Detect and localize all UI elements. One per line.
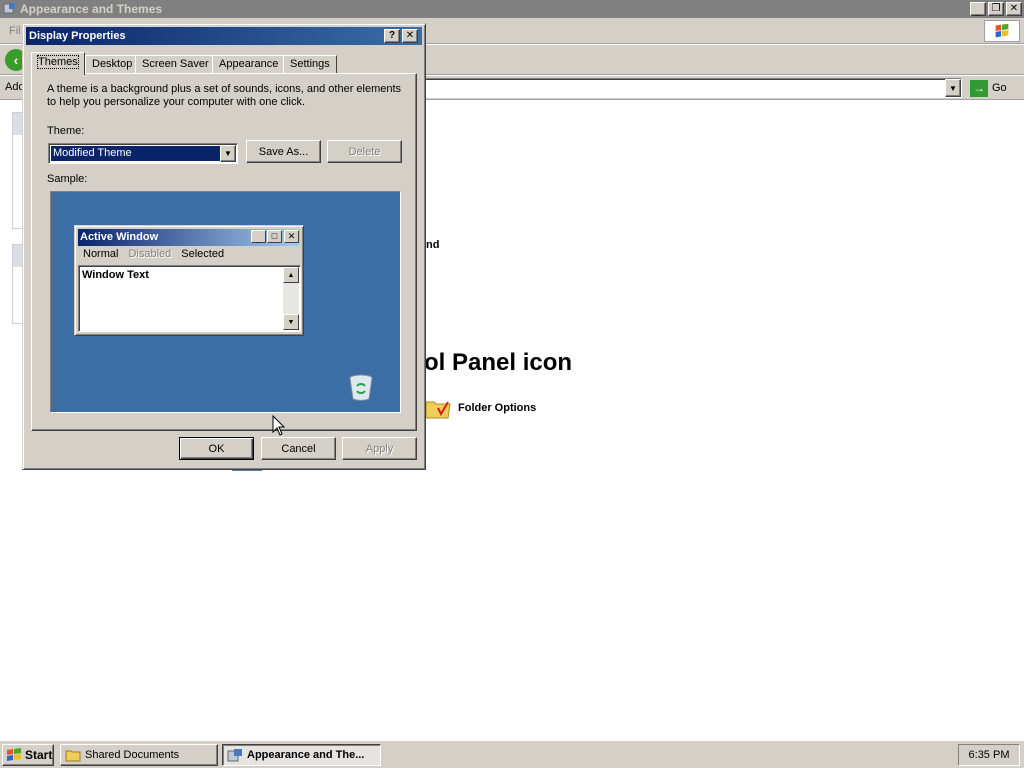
- delete-button[interactable]: Delete: [327, 140, 402, 163]
- start-label: Start: [25, 748, 53, 762]
- control-panel-icon: [3, 3, 15, 14]
- sample-window-title: Active Window: [80, 231, 159, 243]
- sample-menu-bar: Normal Disabled Selected: [78, 247, 229, 263]
- tab-settings[interactable]: Settings: [283, 55, 337, 74]
- content-heading: ol Panel icon: [424, 349, 573, 376]
- tab-strip: Themes Desktop Screen Saver Appearance S…: [31, 52, 421, 75]
- themes-tab-panel: A theme is a background plus a set of so…: [31, 73, 417, 431]
- start-button[interactable]: Start: [2, 744, 54, 766]
- taskbar-item-appearance-and-themes[interactable]: Appearance and The...: [222, 744, 381, 766]
- theme-selected-value: Modified Theme: [51, 146, 221, 161]
- minimize-button[interactable]: _: [970, 2, 986, 17]
- close-icon: ✕: [405, 30, 415, 41]
- tab-themes[interactable]: Themes: [31, 52, 85, 75]
- ok-button[interactable]: OK: [179, 437, 254, 460]
- system-tray-clock[interactable]: 6:35 PM: [958, 744, 1020, 766]
- sample-window-body: Window Text ▲ ▼: [78, 265, 301, 332]
- control-panel-icon: [227, 748, 242, 761]
- restore-button[interactable]: ❐: [988, 2, 1004, 16]
- folder-icon: [65, 750, 81, 761]
- scroll-down-icon: ▼: [283, 314, 299, 330]
- sample-active-window: Active Window _ □ ✕ Normal Disabled Sele…: [74, 225, 304, 336]
- explorer-title: Appearance and Themes: [20, 2, 163, 16]
- mouse-cursor-icon: [272, 415, 286, 436]
- sample-scrollbar: ▲ ▼: [283, 267, 299, 330]
- windows-flag-icon: [995, 23, 1009, 38]
- close-icon: ✕: [284, 230, 299, 243]
- clock-time: 6:35 PM: [968, 749, 1010, 761]
- go-button[interactable]: → Go: [970, 78, 1020, 98]
- maximize-icon: □: [267, 230, 282, 243]
- dialog-title: Display Properties: [29, 30, 126, 42]
- address-dropdown-button[interactable]: ▼: [945, 79, 961, 97]
- help-button[interactable]: ?: [384, 29, 400, 43]
- minimize-icon: _: [251, 230, 266, 243]
- tab-desktop[interactable]: Desktop: [85, 55, 140, 74]
- menu-file[interactable]: Fil: [9, 25, 21, 37]
- sample-label: Sample:: [47, 173, 88, 185]
- folder-options-link[interactable]: Folder Options: [424, 396, 536, 420]
- display-properties-dialog: Display Properties ? ✕ Themes Desktop Sc…: [22, 23, 426, 470]
- back-arrow-icon: ‹: [13, 52, 19, 68]
- sample-menu-disabled: Disabled: [128, 248, 172, 260]
- chevron-down-icon: ▼: [224, 149, 232, 158]
- windows-flag-icon: [7, 748, 21, 761]
- taskbar-item-shared-documents[interactable]: Shared Documents: [60, 744, 218, 766]
- minimize-icon: _: [975, 6, 981, 17]
- cancel-button[interactable]: Cancel: [261, 437, 336, 460]
- theme-label: Theme:: [47, 125, 85, 137]
- theme-sample-preview: Active Window _ □ ✕ Normal Disabled Sele…: [50, 191, 401, 413]
- close-icon: ✕: [1009, 3, 1019, 14]
- sample-title-bar: Active Window _ □ ✕: [78, 229, 300, 246]
- help-icon: ?: [388, 30, 396, 41]
- taskbar: Start Shared Documents Appearance and Th…: [0, 740, 1024, 768]
- restore-icon: ❐: [991, 3, 1001, 14]
- folder-options-label: Folder Options: [458, 402, 537, 414]
- explorer-title-bar: Appearance and Themes _ ❐ ✕: [0, 0, 1024, 18]
- go-label: Go: [992, 82, 1007, 94]
- taskbar-item-label: Appearance and The...: [247, 749, 365, 761]
- dialog-title-bar[interactable]: Display Properties ? ✕: [26, 27, 422, 45]
- theme-dropdown-button[interactable]: ▼: [220, 145, 236, 162]
- sample-window-text: Window Text: [82, 269, 149, 281]
- sample-menu-normal: Normal: [83, 248, 119, 260]
- theme-dropdown[interactable]: Modified Theme ▼: [48, 143, 238, 164]
- chevron-down-icon: ▼: [949, 83, 957, 93]
- scroll-up-icon: ▲: [283, 267, 299, 283]
- folder-options-icon: [425, 401, 451, 419]
- dialog-close-button[interactable]: ✕: [402, 29, 418, 43]
- apply-button[interactable]: Apply: [342, 437, 417, 460]
- content-text-fragment: nd: [426, 239, 440, 251]
- tab-appearance[interactable]: Appearance: [212, 55, 286, 74]
- explorer-close-button[interactable]: ✕: [1006, 2, 1022, 16]
- go-arrow-icon: →: [970, 79, 988, 97]
- save-as-button[interactable]: Save As...: [246, 140, 321, 163]
- theme-description: A theme is a background plus a set of so…: [47, 83, 402, 108]
- tab-screen-saver[interactable]: Screen Saver: [135, 55, 216, 74]
- sample-menu-selected: Selected: [181, 248, 225, 260]
- windows-logo: [984, 20, 1020, 42]
- recycle-bin-icon: [349, 374, 373, 401]
- taskbar-item-label: Shared Documents: [85, 749, 180, 761]
